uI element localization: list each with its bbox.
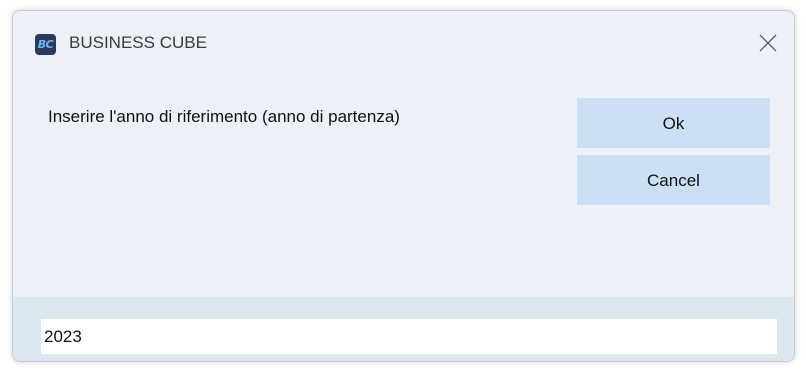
cancel-button[interactable]: Cancel	[577, 155, 770, 205]
input-area	[13, 297, 794, 361]
dialog-window: BC BUSINESS CUBE Inserire l'anno di rife…	[12, 10, 795, 362]
prompt-label: Inserire l'anno di riferimento (anno di …	[48, 107, 400, 126]
window-title: BUSINESS CUBE	[69, 33, 207, 52]
year-input[interactable]	[41, 319, 777, 354]
app-logo-icon: BC	[35, 34, 56, 55]
close-icon	[759, 34, 777, 52]
close-button[interactable]	[748, 25, 788, 61]
title-bar: BC BUSINESS CUBE	[13, 11, 794, 77]
ok-button[interactable]: Ok	[577, 98, 770, 148]
